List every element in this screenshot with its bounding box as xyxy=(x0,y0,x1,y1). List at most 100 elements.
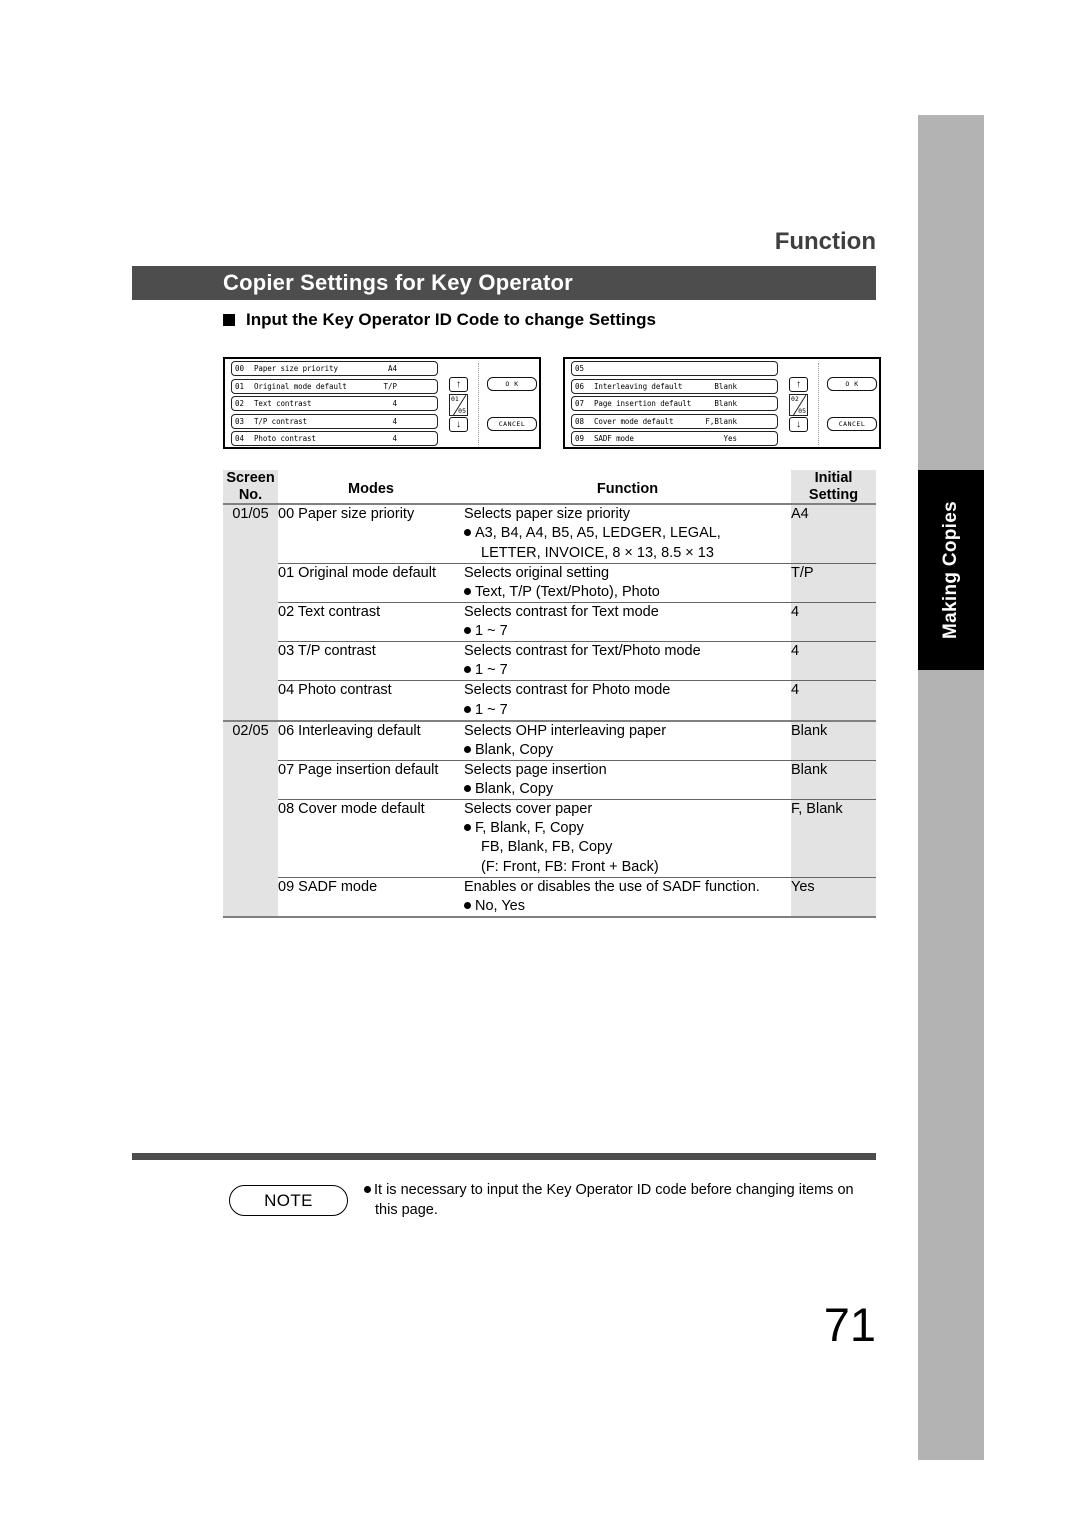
function-description: Selects page insertion xyxy=(464,761,607,778)
lcd-row[interactable]: 02 Text contrast 4 xyxy=(231,396,438,411)
column-header-initial-line1: Initial xyxy=(814,470,853,486)
screen-no-label: 01/05 xyxy=(232,506,269,523)
lcd-row-name: Text contrast xyxy=(254,399,312,408)
lcd-action-buttons: O K CANCEL xyxy=(827,365,877,431)
page-title: Copier Settings for Key Operator xyxy=(223,270,573,295)
column-header-function-label: Function xyxy=(596,481,659,497)
cancel-button[interactable]: CANCEL xyxy=(827,417,877,431)
function-cell: Selects OHP interleaving paper Blank, Co… xyxy=(464,721,791,761)
lcd-scroll-controls: ↑ 01 05 ↓ xyxy=(447,365,473,443)
bullet-dot-icon xyxy=(464,901,471,909)
lcd-row[interactable]: 07 Page insertion default Blank xyxy=(571,396,778,411)
lcd-row[interactable]: 08 Cover mode default F,Blank xyxy=(571,413,778,429)
function-option-text: Blank, Copy xyxy=(475,741,554,758)
lcd-row-value: Yes xyxy=(723,434,737,443)
bullet-dot-icon xyxy=(464,587,471,595)
lcd-row-number: 00 xyxy=(235,364,245,373)
initial-setting-cell: 4 xyxy=(791,680,876,721)
side-index-tab: Making Copies xyxy=(918,115,984,1460)
side-index-tab-label: Making Copies xyxy=(940,501,961,639)
bullet-dot-icon xyxy=(464,824,471,832)
lcd-divider xyxy=(478,363,480,445)
table-row: 01/05 00 Paper size priority Selects pap… xyxy=(223,504,876,721)
lcd-row[interactable]: 04 Photo contrast 4 xyxy=(231,431,438,446)
arrow-up-icon[interactable]: ↑ xyxy=(789,377,808,392)
note-divider-rule xyxy=(132,1153,876,1160)
arrow-down-icon[interactable]: ↓ xyxy=(789,417,808,432)
lcd-row-number: 01 xyxy=(235,381,245,391)
lcd-row-value: 4 xyxy=(392,434,397,443)
lcd-divider xyxy=(818,363,820,445)
lcd-row-value: T/P xyxy=(383,381,397,391)
lcd-row-list: 05 06 Interleaving default Blank 07 Page… xyxy=(571,361,778,449)
initial-setting-cell: F, Blank xyxy=(791,799,876,878)
lcd-row[interactable]: 01 Original mode default T/P xyxy=(231,378,438,394)
function-description: Selects contrast for Photo mode xyxy=(464,682,671,699)
lcd-row[interactable]: 09 SADF mode Yes xyxy=(571,431,778,446)
function-description: Selects original setting xyxy=(464,564,610,581)
table-body: 01/05 00 Paper size priority Selects pap… xyxy=(223,504,876,917)
lcd-action-buttons: O K CANCEL xyxy=(487,365,537,431)
ok-button[interactable]: O K xyxy=(827,377,877,391)
bullet-dot-icon xyxy=(464,627,471,635)
function-cell: Selects page insertion Blank, Copy xyxy=(464,760,791,799)
function-option-text: Blank, Copy xyxy=(475,781,554,798)
initial-setting-cell: 4 xyxy=(791,641,876,681)
table-row: 01 Original mode default Selects origina… xyxy=(223,563,876,603)
lcd-row-name: T/P contrast xyxy=(254,416,307,426)
lcd-row-name: Original mode default xyxy=(254,381,347,391)
lcd-row-value: F,Blank xyxy=(705,416,737,426)
side-index-tab-active-section: Making Copies xyxy=(918,470,984,670)
arrow-up-icon[interactable]: ↑ xyxy=(449,377,468,392)
lcd-row[interactable]: 06 Interleaving default Blank xyxy=(571,378,778,394)
function-cell: Enables or disables the use of SADF func… xyxy=(464,877,791,917)
column-header-initial-setting: Initial Setting xyxy=(791,470,876,505)
table-row: 04 Photo contrast Selects contrast for P… xyxy=(223,680,876,721)
table-row: 03 T/P contrast Selects contrast for Tex… xyxy=(223,641,876,681)
initial-setting-cell: Blank xyxy=(791,760,876,800)
cancel-button[interactable]: CANCEL xyxy=(487,417,537,431)
lcd-row-value: A4 xyxy=(387,364,397,373)
table-row: 08 Cover mode default Selects cover pape… xyxy=(223,799,876,878)
function-cell: Selects cover paper F, Blank, F, Copy FB… xyxy=(464,800,791,878)
note-badge: NOTE xyxy=(229,1185,348,1216)
table-header-row: Screen No. Modes Function Initial Settin… xyxy=(223,470,876,505)
arrow-down-icon[interactable]: ↓ xyxy=(449,417,468,432)
initial-setting-cell: 4 xyxy=(791,602,876,642)
function-description: Selects contrast for Text mode xyxy=(464,603,659,620)
lcd-row-name: Interleaving default xyxy=(594,381,683,391)
bullet-dot-icon xyxy=(364,1186,371,1193)
column-header-modes-label: Modes xyxy=(348,481,394,497)
function-option-line: 1 ~ 7 xyxy=(464,622,791,641)
note-text: It is necessary to input the Key Operato… xyxy=(364,1181,879,1220)
lcd-row-number: 07 xyxy=(575,399,585,408)
lcd-row[interactable]: 00 Paper size priority A4 xyxy=(231,361,438,376)
function-cell: Selects contrast for Text/Photo mode 1 ~… xyxy=(464,642,791,681)
initial-setting-cell: Blank xyxy=(791,720,876,761)
lcd-row-value: 4 xyxy=(392,399,397,408)
lcd-row-number: 09 xyxy=(575,434,585,443)
function-option-line: Blank, Copy xyxy=(464,741,791,760)
page-title-bar: Copier Settings for Key Operator xyxy=(132,266,876,300)
ok-button[interactable]: O K xyxy=(487,377,537,391)
column-header-function: Function xyxy=(464,470,791,505)
lcd-row[interactable]: 03 T/P contrast 4 xyxy=(231,413,438,429)
function-option-text: No, Yes xyxy=(475,897,525,914)
function-description: Selects OHP interleaving paper xyxy=(464,722,667,739)
lcd-page-total: 05 xyxy=(458,407,466,415)
lcd-row-number: 08 xyxy=(575,416,585,426)
function-description: Selects cover paper xyxy=(464,801,593,818)
column-header-screen-no: Screen No. xyxy=(223,470,278,505)
lcd-row-name: Paper size priority xyxy=(254,364,338,373)
lcd-row-number: 05 xyxy=(575,364,585,373)
function-option-text: Text, T/P (Text/Photo), Photo xyxy=(475,583,660,600)
lcd-row-name: Page insertion default xyxy=(594,399,692,408)
lcd-scroll-controls: ↑ 02 05 ↓ xyxy=(787,365,813,443)
lcd-row[interactable]: 05 xyxy=(571,361,778,376)
function-option-text: F, Blank, F, Copy xyxy=(475,820,584,837)
bullet-dot-icon xyxy=(464,529,471,537)
lcd-row-name: Cover mode default xyxy=(594,416,674,426)
mode-cell: 02 Text contrast xyxy=(278,603,381,620)
chapter-kicker: Function xyxy=(774,228,876,255)
table-row: 07 Page insertion default Selects page i… xyxy=(223,760,876,800)
